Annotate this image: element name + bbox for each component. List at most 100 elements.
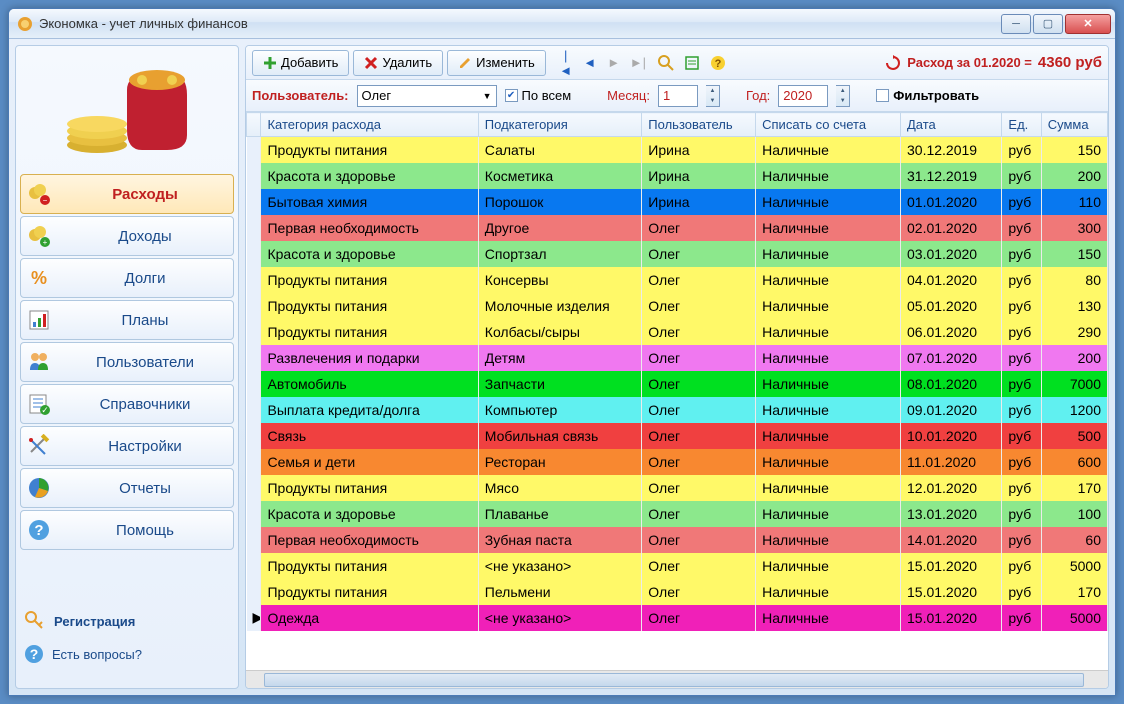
table-row[interactable]: Выплата кредита/долгаКомпьютерОлегНаличн… <box>247 397 1108 423</box>
row-indicator <box>247 189 261 215</box>
col-date[interactable]: Дата <box>901 113 1002 137</box>
cell-unit: руб <box>1002 579 1041 605</box>
sidebar-item-8[interactable]: ?Помощь <box>20 510 234 550</box>
table-row[interactable]: Семья и детиРесторанОлегНаличные11.01.20… <box>247 449 1108 475</box>
cell-account: Наличные <box>756 215 901 241</box>
table-row[interactable]: Продукты питанияПельмениОлегНаличные15.0… <box>247 579 1108 605</box>
table-row[interactable]: Первая необходимостьЗубная пастаОлегНали… <box>247 527 1108 553</box>
add-button[interactable]: Добавить <box>252 50 349 76</box>
table-row[interactable]: Красота и здоровьеСпортзалОлегНаличные03… <box>247 241 1108 267</box>
cell-user: Олег <box>642 293 756 319</box>
table-row[interactable]: ▶Одежда<не указано>ОлегНаличные15.01.202… <box>247 605 1108 631</box>
col-account[interactable]: Списать со счета <box>756 113 901 137</box>
table-row[interactable]: АвтомобильЗапчастиОлегНаличные08.01.2020… <box>247 371 1108 397</box>
cell-date: 30.12.2019 <box>901 137 1002 163</box>
edit-label: Изменить <box>476 55 535 70</box>
table-row[interactable]: Продукты питанияСалатыИринаНаличные30.12… <box>247 137 1108 163</box>
cell-date: 05.01.2020 <box>901 293 1002 319</box>
registration-label: Регистрация <box>54 614 135 629</box>
cell-sum: 80 <box>1041 267 1107 293</box>
delete-button[interactable]: Удалить <box>353 50 443 76</box>
user-select[interactable]: Олег ▼ <box>357 85 497 107</box>
prev-record-button[interactable]: ◄ <box>582 55 598 70</box>
cell-account: Наличные <box>756 137 901 163</box>
table-row[interactable]: Красота и здоровьеПлаваньеОлегНаличные13… <box>247 501 1108 527</box>
sidebar-item-5[interactable]: ✓Справочники <box>20 384 234 424</box>
cell-user: Олег <box>642 241 756 267</box>
cell-date: 01.01.2020 <box>901 189 1002 215</box>
help-toolbar-icon[interactable]: ? <box>710 55 726 71</box>
sidebar-item-7[interactable]: Отчеты <box>20 468 234 508</box>
table-row[interactable]: Продукты питания<не указано>ОлегНаличные… <box>247 553 1108 579</box>
export-icon[interactable] <box>684 55 700 71</box>
table-row[interactable]: Продукты питанияКолбасы/сырыОлегНаличные… <box>247 319 1108 345</box>
table-row[interactable]: Бытовая химияПорошокИринаНаличные01.01.2… <box>247 189 1108 215</box>
sidebar-item-3[interactable]: Планы <box>20 300 234 340</box>
table-row[interactable]: Красота и здоровьеКосметикаИринаНаличные… <box>247 163 1108 189</box>
cell-subcategory: Спортзал <box>478 241 642 267</box>
cell-date: 07.01.2020 <box>901 345 1002 371</box>
cell-sum: 1200 <box>1041 397 1107 423</box>
table-row[interactable]: Продукты питанияМолочные изделияОлегНали… <box>247 293 1108 319</box>
cell-sum: 170 <box>1041 579 1107 605</box>
nav-icon-3 <box>27 308 51 332</box>
sidebar-item-1[interactable]: +Доходы <box>20 216 234 256</box>
cell-unit: руб <box>1002 553 1041 579</box>
table-row[interactable]: Продукты питанияКонсервыОлегНаличные04.0… <box>247 267 1108 293</box>
col-sum[interactable]: Сумма <box>1041 113 1107 137</box>
all-users-checkbox[interactable]: ✔ По всем <box>505 88 572 103</box>
row-indicator <box>247 319 261 345</box>
cell-user: Олег <box>642 605 756 631</box>
table-row[interactable]: Первая необходимостьДругоеОлегНаличные02… <box>247 215 1108 241</box>
minimize-button[interactable]: ─ <box>1001 14 1031 34</box>
nav-label: Справочники <box>63 396 227 413</box>
cell-user: Олег <box>642 397 756 423</box>
table-row[interactable]: Продукты питанияМясоОлегНаличные12.01.20… <box>247 475 1108 501</box>
cell-account: Наличные <box>756 163 901 189</box>
year-input[interactable]: 2020 <box>778 85 828 107</box>
table-row[interactable]: Развлечения и подаркиДетямОлегНаличные07… <box>247 345 1108 371</box>
search-icon[interactable] <box>658 55 674 71</box>
key-icon <box>24 610 46 632</box>
cell-subcategory: Порошок <box>478 189 642 215</box>
col-subcategory[interactable]: Подкатегория <box>478 113 642 137</box>
cell-account: Наличные <box>756 267 901 293</box>
sidebar-item-6[interactable]: Настройки <box>20 426 234 466</box>
close-button[interactable]: ✕ <box>1065 14 1111 34</box>
plus-icon <box>263 56 277 70</box>
cell-unit: руб <box>1002 163 1041 189</box>
edit-button[interactable]: Изменить <box>447 50 546 76</box>
filter-checkbox[interactable]: Фильтровать <box>876 88 979 103</box>
last-record-button[interactable]: ►| <box>630 55 646 70</box>
cell-category: Продукты питания <box>261 579 478 605</box>
cell-category: Одежда <box>261 605 478 631</box>
cell-sum: 600 <box>1041 449 1107 475</box>
first-record-button[interactable]: |◄ <box>558 48 574 78</box>
row-indicator <box>247 215 261 241</box>
next-record-button[interactable]: ► <box>606 55 622 70</box>
sidebar-item-2[interactable]: %Долги <box>20 258 234 298</box>
col-unit[interactable]: Ед. <box>1002 113 1041 137</box>
row-indicator: ▶ <box>247 605 261 631</box>
table-container: Категория расхода Подкатегория Пользоват… <box>246 112 1108 670</box>
sidebar-item-4[interactable]: Пользователи <box>20 342 234 382</box>
month-input[interactable]: 1 <box>658 85 698 107</box>
x-icon <box>364 56 378 70</box>
row-indicator <box>247 371 261 397</box>
maximize-button[interactable]: ▢ <box>1033 14 1063 34</box>
month-spinner[interactable]: ▲▼ <box>706 85 720 107</box>
col-category[interactable]: Категория расхода <box>261 113 478 137</box>
year-spinner[interactable]: ▲▼ <box>836 85 850 107</box>
questions-link[interactable]: ? Есть вопросы? <box>24 644 230 664</box>
sidebar-item-0[interactable]: −Расходы <box>20 174 234 214</box>
horizontal-scrollbar[interactable] <box>246 670 1108 688</box>
svg-text:−: − <box>43 196 48 205</box>
cell-subcategory: Колбасы/сыры <box>478 319 642 345</box>
col-user[interactable]: Пользователь <box>642 113 756 137</box>
table-row[interactable]: СвязьМобильная связьОлегНаличные10.01.20… <box>247 423 1108 449</box>
cell-subcategory: Салаты <box>478 137 642 163</box>
cell-account: Наличные <box>756 241 901 267</box>
registration-link[interactable]: Регистрация <box>24 610 230 632</box>
cell-date: 09.01.2020 <box>901 397 1002 423</box>
refresh-icon[interactable] <box>885 55 901 71</box>
